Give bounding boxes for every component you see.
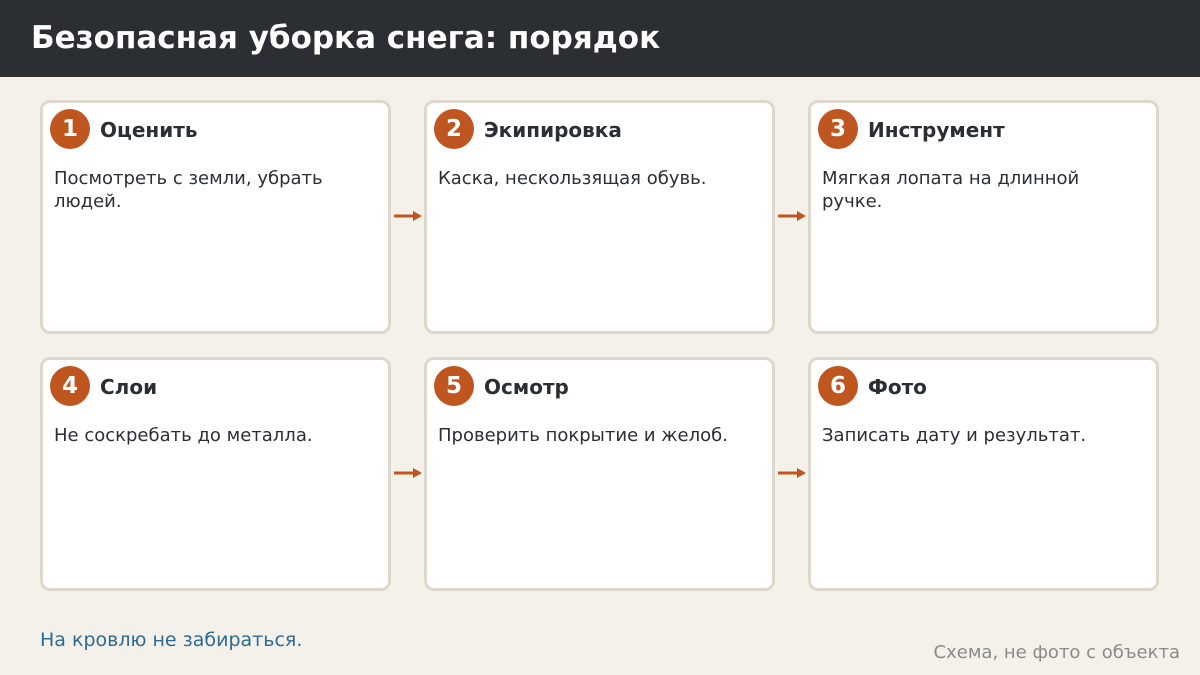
step-number-badge: 4 [50, 366, 90, 406]
step-card-2: 2 Экипировка Каска, нескользящая обувь. [424, 100, 775, 334]
footer-caption: Схема, не фото с объекта [933, 642, 1180, 663]
step-title: Оценить [100, 118, 198, 142]
safety-note: На кровлю не забираться. [40, 629, 303, 651]
page-title: Безопасная уборка снега: порядок [31, 20, 661, 56]
step-title: Экипировка [484, 118, 622, 142]
step-number-badge: 3 [818, 109, 858, 149]
step-number-badge: 1 [50, 109, 90, 149]
step-title: Инструмент [868, 118, 1005, 142]
step-number-badge: 5 [434, 366, 474, 406]
arrow-right-icon [394, 468, 422, 478]
step-title: Слои [100, 375, 158, 399]
arrow-right-icon [778, 468, 806, 478]
step-card-6: 6 Фото Записать дату и результат. [808, 357, 1159, 591]
step-description: Мягкая лопата на длинной ручке. [822, 168, 1080, 212]
step-description: Каска, нескользящая обувь. [438, 168, 707, 189]
step-number-badge: 6 [818, 366, 858, 406]
arrow-right-icon [778, 211, 806, 221]
step-description: Посмотреть с земли, убрать людей. [54, 168, 323, 212]
step-title: Осмотр [484, 375, 569, 399]
step-description: Записать дату и результат. [822, 425, 1087, 446]
step-description: Не соскребать до металла. [54, 425, 313, 446]
step-title: Фото [868, 375, 927, 399]
step-card-4: 4 Слои Не соскребать до металла. [40, 357, 391, 591]
step-card-3: 3 Инструмент Мягкая лопата на длинной ру… [808, 100, 1159, 334]
step-number-badge: 2 [434, 109, 474, 149]
step-card-5: 5 Осмотр Проверить покрытие и желоб. [424, 357, 775, 591]
header-bar: Безопасная уборка снега: порядок [0, 0, 1200, 77]
step-card-1: 1 Оценить Посмотреть с земли, убрать люд… [40, 100, 391, 334]
step-description: Проверить покрытие и желоб. [438, 425, 728, 446]
arrow-right-icon [394, 211, 422, 221]
